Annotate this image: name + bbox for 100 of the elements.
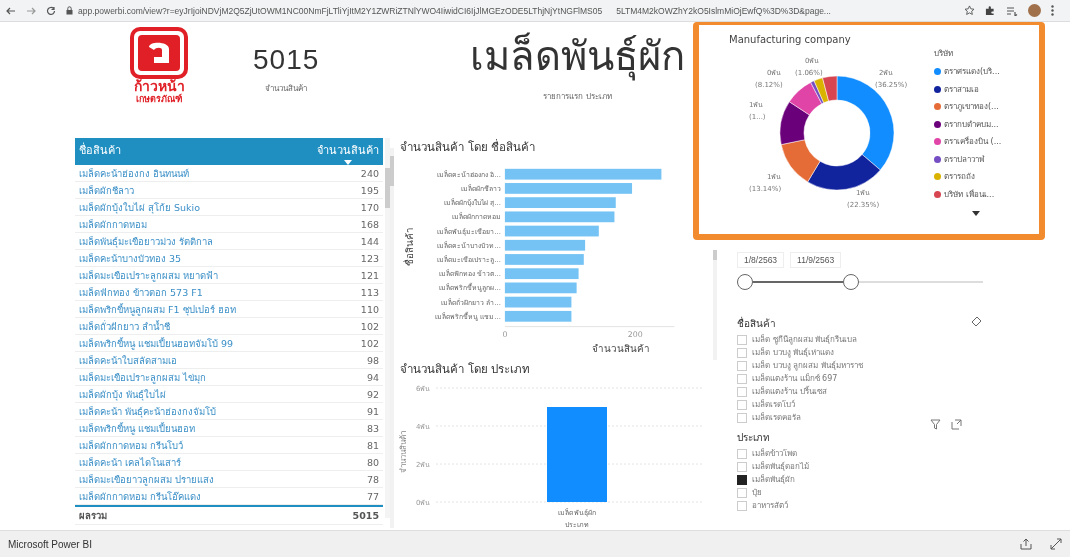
slicer-item[interactable]: เมล็ด บวบงู ลูกผสม พันธุ์มหาราช xyxy=(752,359,863,372)
table-cell-text: เมล็ดผักกาดหอม กรีนโบว์ xyxy=(79,438,184,453)
legend-title: บริษัท xyxy=(934,48,954,60)
table-cell-text: เมล็ดผักกาดหอม กรีนโอ๊คแดง xyxy=(79,489,202,504)
slicer-item[interactable]: เมล็ดข้าวโพด xyxy=(752,447,797,460)
focus-mode-icon[interactable] xyxy=(951,419,962,430)
total-value: 5015 xyxy=(352,510,379,521)
slicer-item[interactable]: เมล็ดพันธุ์ผัก xyxy=(752,473,795,486)
column-header[interactable]: ชื่อสินค้า xyxy=(79,141,121,159)
total-label: ผลรวม xyxy=(79,509,107,523)
share-icon[interactable] xyxy=(1020,538,1032,550)
chart-title: จำนวนสินค้า โดย ชื่อสินค้า xyxy=(399,138,537,156)
donut-slice[interactable] xyxy=(779,101,810,145)
table-cell: 102 xyxy=(360,337,379,349)
table-cell-text: เมล็ดพริกขี้หนู แชมเปี้ยนฮอทจัมโบ้ 99 xyxy=(79,336,234,351)
slicer-item[interactable]: เมล็ดพันธุ์ดอกไม้ xyxy=(752,460,809,473)
donut-slice[interactable] xyxy=(789,82,822,116)
puzzle-icon[interactable] xyxy=(985,5,996,16)
table-cell: 81 xyxy=(366,439,379,451)
legend-label[interactable]: บริษัท เพื่อนเ... xyxy=(944,187,995,201)
eraser-icon[interactable] xyxy=(971,316,982,327)
caret-icon[interactable] xyxy=(972,211,980,216)
slicer-item[interactable]: เมล็ด บวบงู พันธุ์เห่าแดง xyxy=(752,346,835,359)
date-field[interactable]: 11/9/2563 xyxy=(790,252,842,268)
table-cell: 168 xyxy=(360,218,379,230)
bar[interactable] xyxy=(504,296,572,308)
table-cell-text: เมล็ดฟักทอง ข้าวตอก 573 F1 xyxy=(79,285,203,300)
date-field[interactable]: 1/8/2563 xyxy=(737,252,785,268)
tick-label: 0 xyxy=(502,330,508,340)
bar[interactable] xyxy=(504,211,615,223)
scrollbar[interactable] xyxy=(385,138,390,518)
table-cell-text: เมล็ดผักชีลาว xyxy=(79,183,134,198)
slider-handle[interactable] xyxy=(737,274,753,290)
table-cell: 123 xyxy=(360,252,379,264)
slicer-item[interactable]: อาหารสัตว์ xyxy=(752,499,788,512)
back-icon[interactable] xyxy=(6,5,16,16)
chart-title: Manufacturing company xyxy=(729,34,852,45)
legend-label[interactable]: ตรากบดำคบม... xyxy=(944,117,999,131)
table-cell: 170 xyxy=(360,201,379,213)
url-text[interactable]: app.powerbi.com/view?r=eyJrIjoiNDVjM2Q5ZjUtOWM1NC00NmFjLTliYjItM2Y1ZWRiZTNlYWO4IiwidCI6IjJlMGEzODE5LThjNjYtNGFlMS05 xyxy=(78,5,603,16)
legend-label[interactable]: ตราปลาวาฬ xyxy=(944,152,984,166)
bar[interactable] xyxy=(504,268,579,280)
table-cell-text: เมล็ดผักบุ้ง พันธุ์ใบไผ่ xyxy=(79,387,167,402)
legend-label[interactable]: ตราเครื่องบิน (... xyxy=(944,135,1002,149)
table-cell-text: เมล็ดคะน้า เคลไดโนเสาร์ xyxy=(79,455,182,470)
legend-label[interactable]: ตราภูเขาทอง(... xyxy=(944,100,999,114)
table-cell: 94 xyxy=(366,371,379,383)
axis-title: ชื่อสินค้า xyxy=(403,226,415,266)
column-header[interactable]: จำนวนสินค้า xyxy=(317,141,379,165)
forward-icon[interactable] xyxy=(26,5,36,16)
table-cell-text: เมล็ดผักกาดหอม xyxy=(79,217,147,232)
table-cell-text: เมล็ดมะเขือเปราะลูกผสม ไข่มุก xyxy=(79,370,207,385)
slicer-item[interactable]: เมล็ด ซูกีนีลูกผสม พันธุ์กรีนเบล xyxy=(752,333,858,346)
table-cell: 113 xyxy=(360,286,379,298)
slicer-title: ชื่อสินค้า xyxy=(737,316,776,331)
avatar-icon[interactable] xyxy=(1028,4,1041,17)
slider-handle[interactable] xyxy=(842,274,859,290)
table-cell: 83 xyxy=(366,422,379,434)
slicer-item[interactable]: เมล็ดแตงร้าน ปริ้นเซส xyxy=(752,385,827,398)
bar[interactable] xyxy=(504,310,572,322)
checkbox[interactable] xyxy=(737,474,747,485)
table-cell-text: เมล็ดคะน้า พันธุ์คะน้าฮ่องกงจัมโบ้ xyxy=(79,404,217,419)
more-icon[interactable] xyxy=(1051,5,1054,16)
slicer-item[interactable]: เมล็ดแตงร้าน แม็กซ์ 697 xyxy=(752,372,838,385)
legend-label[interactable]: ตราสามเอ xyxy=(944,82,979,96)
page-title: เมล็ดพันธุ์ผัก xyxy=(470,31,685,82)
logo-icon xyxy=(130,27,188,79)
slicer-item[interactable]: เมล็ดเรดโบว์ xyxy=(752,398,795,411)
table-cell-text: เมล็ดคะน้าใบสลัดสามเอ xyxy=(79,353,177,368)
axis-title: จำนวนสินค้า xyxy=(591,343,650,355)
table-cell: 77 xyxy=(366,490,379,502)
bar[interactable] xyxy=(504,239,586,251)
table-cell: 195 xyxy=(360,184,379,196)
lock-icon xyxy=(66,6,73,15)
table-cell: 91 xyxy=(366,405,379,417)
table-cell-text: เมล็ดพริกขี้หนู แชมเปี้ยนฮอท xyxy=(79,421,196,436)
reload-icon[interactable] xyxy=(46,5,56,16)
slicer-title: ประเภท xyxy=(737,431,771,445)
legend-label[interactable]: ตรารถถัง xyxy=(944,170,975,184)
donut-slice[interactable] xyxy=(780,139,821,183)
legend-label[interactable]: ตราศรแดง(บริ... xyxy=(944,65,1000,79)
bar[interactable] xyxy=(504,282,577,294)
filter-icon[interactable] xyxy=(930,419,941,430)
table-cell: 110 xyxy=(360,303,379,315)
table-cell-text: เมล็ดมะเขือยาวลูกผสม ปรายแสง xyxy=(79,472,215,487)
url-text[interactable]: 5LTM4M2kOWZhY2kO5IslmMiOjEwfQ%3D%3D&page... xyxy=(616,5,831,16)
slicer-item[interactable]: เมล็ดเรดคอรัล xyxy=(752,411,801,424)
bar[interactable] xyxy=(504,225,599,237)
donut-slice[interactable] xyxy=(807,154,881,191)
axis-title: จำนวนสินค้า xyxy=(399,431,408,473)
bar[interactable] xyxy=(504,168,662,180)
star-icon[interactable] xyxy=(964,5,975,16)
expand-icon[interactable] xyxy=(1050,538,1062,550)
table-cell: 121 xyxy=(360,269,379,281)
table-cell-text: เมล็ดผักบุ้งใบไผ่ สุโก้ย Sukio xyxy=(79,200,201,215)
logo-text: เกษตรภัณฑ์ xyxy=(136,94,182,105)
donut-slice[interactable] xyxy=(813,77,829,104)
slicer-item[interactable]: ปุ๋ย xyxy=(752,486,762,499)
queue-icon[interactable] xyxy=(1006,5,1018,16)
tick-label: 200 xyxy=(627,330,643,340)
